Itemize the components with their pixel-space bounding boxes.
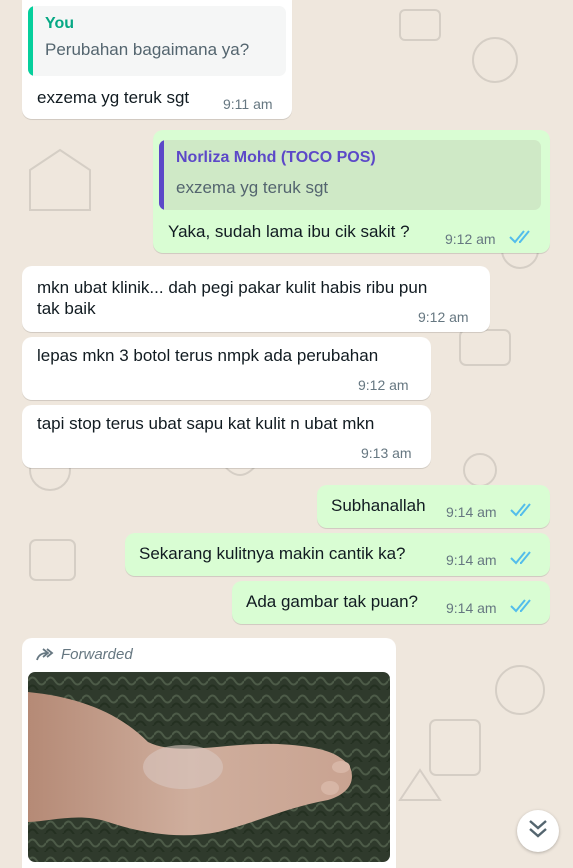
message-text: Yaka, sudah lama ibu cik sakit ? xyxy=(168,222,410,241)
message-time: 9:14 am xyxy=(446,600,497,616)
message-bubble-incoming[interactable]: lepas mkn 3 botol terus nmpk ada perubah… xyxy=(22,337,431,400)
message-text: mkn ubat klinik... dah pegi pakar kulit … xyxy=(37,278,428,318)
message-time: 9:12 am xyxy=(445,231,496,247)
message-text: tapi stop terus ubat sapu kat kulit n ub… xyxy=(37,414,375,433)
forwarded-image-message[interactable]: Forwarded xyxy=(22,638,396,868)
message-time: 9:14 am xyxy=(446,552,497,568)
message-text: exzema yg teruk sgt xyxy=(37,88,190,107)
foot-photo[interactable] xyxy=(28,672,390,862)
quote-accent-bar xyxy=(159,140,164,210)
message-text: lepas mkn 3 botol terus nmpk ada perubah… xyxy=(37,346,379,365)
message-text: Ada gambar tak puan? xyxy=(246,592,419,611)
message-text: Subhanallah xyxy=(331,496,426,515)
forward-arrow-icon xyxy=(36,648,54,661)
quoted-message[interactable]: Norliza Mohd (TOCO POS) exzema yg teruk … xyxy=(159,140,541,210)
message-time: 9:12 am xyxy=(358,377,409,393)
message-time: 9:11 am xyxy=(223,96,273,112)
quote-sender-name: You xyxy=(45,15,75,32)
message-bubble-outgoing[interactable]: Sekarang kulitnya makin cantik ka? 9:14 … xyxy=(125,533,550,576)
message-bubble-incoming[interactable]: mkn ubat klinik... dah pegi pakar kulit … xyxy=(22,266,490,332)
message-time: 9:12 am xyxy=(418,309,469,325)
message-bubble-outgoing[interactable]: Norliza Mohd (TOCO POS) exzema yg teruk … xyxy=(153,130,550,253)
quoted-message[interactable]: You Perubahan bagaimana ya? xyxy=(28,6,286,76)
message-time: 9:13 am xyxy=(361,445,412,461)
double-check-icon xyxy=(509,230,530,244)
double-check-icon xyxy=(510,599,531,613)
message-bubble-incoming[interactable]: You Perubahan bagaimana ya? exzema yg te… xyxy=(22,0,292,119)
quote-text: exzema yg teruk sgt xyxy=(176,178,329,197)
quote-accent-bar xyxy=(28,6,33,76)
quote-text: Perubahan bagaimana ya? xyxy=(45,40,250,59)
quote-sender-name: Norliza Mohd (TOCO POS) xyxy=(176,149,376,166)
message-text: Sekarang kulitnya makin cantik ka? xyxy=(139,544,406,563)
double-check-icon xyxy=(510,503,531,517)
forwarded-text: Forwarded xyxy=(61,646,133,663)
double-check-icon xyxy=(510,551,531,565)
message-bubble-incoming[interactable]: tapi stop terus ubat sapu kat kulit n ub… xyxy=(22,405,431,468)
message-bubble-outgoing[interactable]: Subhanallah 9:14 am xyxy=(317,485,550,528)
message-bubble-outgoing[interactable]: Ada gambar tak puan? 9:14 am xyxy=(232,581,550,624)
forwarded-label: Forwarded xyxy=(35,646,133,663)
message-time: 9:14 am xyxy=(446,504,497,520)
